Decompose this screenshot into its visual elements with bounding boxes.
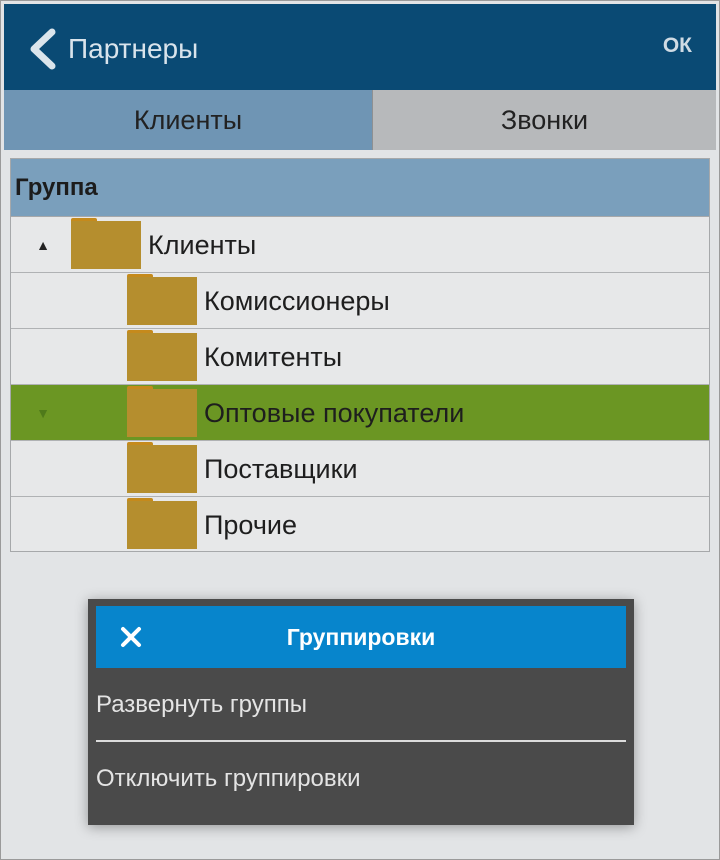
tree-row-clients[interactable]: ▲ Клиенты: [11, 217, 709, 273]
tab-calls[interactable]: Звонки: [372, 90, 716, 150]
group-tree-table: Группа ▲ Клиенты Комиссионеры Комитенты …: [10, 158, 710, 552]
chevron-left-icon: [30, 28, 56, 70]
tab-bar: Клиенты Звонки: [4, 90, 716, 150]
tab-clients[interactable]: Клиенты: [4, 90, 372, 150]
tree-row-label: Комитенты: [204, 341, 343, 372]
tree-row-label: Комиссионеры: [204, 285, 390, 316]
expand-toggle-icon[interactable]: ▼: [31, 385, 55, 441]
folder-icon: [127, 329, 197, 385]
tree-row-wholesale-buyers[interactable]: ▼ Оптовые покупатели: [11, 385, 709, 441]
folder-icon: [127, 385, 197, 441]
tree-row-other[interactable]: Прочие: [11, 497, 709, 553]
menu-divider: [96, 740, 626, 742]
tree-row-commissioners[interactable]: Комиссионеры: [11, 273, 709, 329]
tree-row-label: Поставщики: [204, 453, 358, 484]
app-frame: Партнеры ОК Клиенты Звонки Группа ▲ Клие…: [0, 0, 720, 860]
page-title: Партнеры: [68, 33, 199, 64]
back-button[interactable]: Партнеры: [26, 26, 236, 72]
dialog-header: Группировки: [96, 606, 626, 668]
folder-icon: [71, 217, 141, 273]
folder-icon: [127, 273, 197, 329]
disable-groupings-menu-item[interactable]: Отключить группировки: [96, 745, 626, 813]
expand-groups-menu-item[interactable]: Развернуть группы: [96, 671, 626, 739]
folder-icon: [127, 497, 197, 553]
column-header-group[interactable]: Группа: [11, 159, 709, 217]
tree-row-suppliers[interactable]: Поставщики: [11, 441, 709, 497]
close-icon[interactable]: [112, 618, 150, 656]
tree-row-label: Клиенты: [148, 229, 257, 260]
app-header: Партнеры ОК: [4, 4, 716, 90]
collapse-toggle-icon[interactable]: ▲: [31, 217, 55, 273]
folder-icon: [127, 441, 197, 497]
tree-row-principals[interactable]: Комитенты: [11, 329, 709, 385]
dialog-title: Группировки: [286, 623, 436, 650]
groupings-dialog: Группировки Развернуть группы Отключить …: [88, 599, 634, 825]
tree-row-label: Прочие: [204, 509, 298, 540]
tree-row-label: Оптовые покупатели: [204, 397, 465, 428]
ok-button[interactable]: ОК: [663, 34, 692, 58]
